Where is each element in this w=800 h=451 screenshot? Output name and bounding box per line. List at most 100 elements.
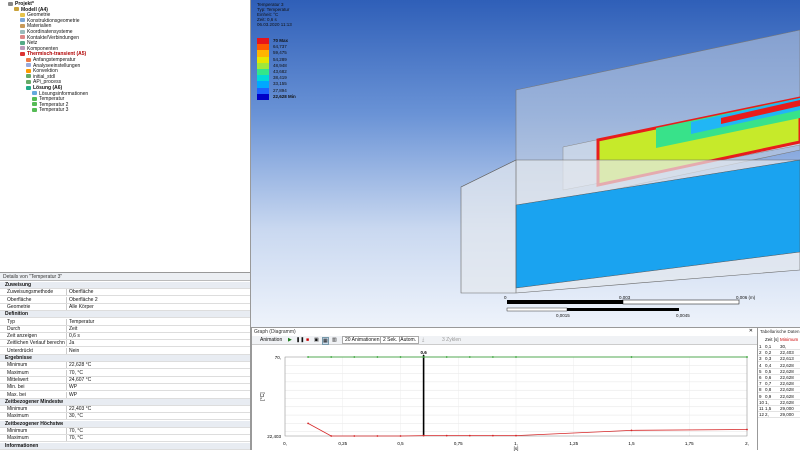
scale-bar-sub-1 xyxy=(506,307,568,312)
details-row[interactable]: Typ Temperatur xyxy=(0,318,250,326)
details-row[interactable]: Durch Zeit xyxy=(0,325,250,333)
details-key: Zeit anzeigen xyxy=(7,333,38,340)
graph-title: Graph (Diagramm) xyxy=(254,329,296,335)
table-cell: 11 xyxy=(759,406,764,411)
table-cell: 3 xyxy=(759,356,762,362)
tree-node-icon xyxy=(32,91,37,96)
details-key: Zeitbezogener Höchstwert xyxy=(5,420,63,427)
details-section[interactable]: Definition xyxy=(0,311,250,319)
details-row[interactable]: Geometrie Alle Körper xyxy=(0,303,250,311)
play-icon[interactable]: ▶ xyxy=(288,337,292,343)
details-key: Maximum xyxy=(7,435,29,442)
table-row[interactable]: 5 0,5 22,628 xyxy=(758,369,800,375)
cycles-label[interactable]: 3 Zyklen xyxy=(442,337,461,343)
scale-label-mid: 0,003 xyxy=(619,295,631,300)
details-value: Temperatur xyxy=(66,318,248,325)
details-value: 70, °C xyxy=(66,435,248,442)
graph-chart[interactable]: 70,22,4030, 0,25 0,5 0,75 1, 1,25 1,5 1,75 2,[°C… xyxy=(252,346,758,451)
details-row[interactable]: Min. bei WP xyxy=(0,384,250,392)
model-3d-view[interactable] xyxy=(251,0,800,327)
table-cell: 22,628 xyxy=(780,399,794,405)
details-row[interactable]: Zeit anzeigen 0,6 s xyxy=(0,333,250,341)
scale-sub-label-1: 0,0015 xyxy=(556,313,570,318)
table-row[interactable]: 8 0,8 22,628 xyxy=(758,387,800,394)
details-key: Informationen xyxy=(5,442,39,449)
tree-node-icon xyxy=(26,80,31,85)
details-row[interactable]: Mittelwert 24,607 °C xyxy=(0,376,250,384)
x-tick-label: 0,5 xyxy=(397,441,404,446)
details-key: Definition xyxy=(5,311,29,318)
table-row[interactable]: 10 1, 22,628 xyxy=(758,400,800,406)
table-cell: 22,628 xyxy=(780,381,794,387)
frames-select[interactable]: 20 Animationen xyxy=(342,336,383,344)
graph-panel: Graph (Diagramm) ✕ Animation ▶ ❚❚ ■ ▣ ▦ … xyxy=(251,327,758,451)
table-cell: 30, xyxy=(780,344,787,349)
table-row[interactable]: 2 0,2 22,403 xyxy=(758,350,800,357)
details-row[interactable]: Zuweisungsmethode Oberfläche xyxy=(0,289,250,297)
export-icon[interactable]: ⤓ xyxy=(422,337,424,343)
table-row[interactable]: 12 2, 29,000 xyxy=(758,412,800,419)
frames-mode-icon[interactable]: ▦ xyxy=(322,337,329,345)
tree-node-icon xyxy=(20,12,25,17)
table-row[interactable]: 4 0,4 22,628 xyxy=(758,363,800,369)
close-icon[interactable]: ✕ xyxy=(749,328,753,334)
outline-tree: Projekt* Modell (A4) Geometrie Konstruktion… xyxy=(0,0,251,272)
details-value: 70, °C xyxy=(66,428,248,434)
data-point xyxy=(399,356,402,358)
tree-node-icon xyxy=(26,85,31,90)
time-marker-label: 0,6 xyxy=(420,350,427,355)
scale-label-0: 0 xyxy=(504,295,507,300)
data-point xyxy=(515,434,517,437)
details-row[interactable]: Maximum 30, °C xyxy=(0,413,250,421)
table-cell: 29,000 xyxy=(780,406,794,411)
table-header-cell[interactable]: Minimum xyxy=(780,337,798,343)
details-row[interactable]: Minimum 70, °C xyxy=(0,428,250,435)
table-row[interactable]: 6 0,6 22,628 xyxy=(758,375,800,381)
scale-sub-label-2: 0,0045 xyxy=(676,313,690,318)
details-section[interactable]: Zeitbezogener Mindestwert xyxy=(0,398,250,406)
details-section[interactable]: Ergebnisse xyxy=(0,355,250,362)
details-section[interactable]: Informationen xyxy=(0,442,250,450)
details-panel: Details von "Temperatur 3" Zuweisung Zuwe… xyxy=(0,272,251,450)
details-row[interactable]: Maximum 70, °C xyxy=(0,435,250,443)
tree-node-icon xyxy=(26,68,31,73)
table-cell: 6 xyxy=(759,375,762,380)
table-header-cell[interactable]: Zeit [s] xyxy=(765,337,779,343)
details-row[interactable]: Oberfläche Oberfläche 2 xyxy=(0,296,250,304)
table-row[interactable]: 9 0,9 22,628 xyxy=(758,394,800,400)
tree-node-icon xyxy=(26,74,31,79)
details-row[interactable]: Minimum 22,628 °C xyxy=(0,362,250,370)
tree-item[interactable]: Temperatur 3 xyxy=(32,107,68,113)
step-icon[interactable]: ▣ xyxy=(314,337,319,343)
pause-icon[interactable]: ❚❚ xyxy=(296,337,304,343)
table-cell: 2, xyxy=(765,412,769,418)
data-point xyxy=(353,435,356,437)
y-tick-label: 70, xyxy=(275,355,281,360)
details-section[interactable]: Zeitbezogener Höchstwert xyxy=(0,420,250,428)
tree-node-icon xyxy=(20,46,25,51)
table-row[interactable]: 3 0,3 22,613 xyxy=(758,356,800,363)
table-title: Tabellarische Daten xyxy=(760,329,800,334)
distributed-mode-icon[interactable]: ▥ xyxy=(332,337,337,343)
table-row[interactable]: 1 0,1 30, xyxy=(758,344,800,350)
table-cell: 12 xyxy=(759,412,765,418)
details-key: Max. bei xyxy=(7,391,26,398)
graphics-viewport[interactable]: Temperatur 3 Typ: Temperatur Einheit: °C Ze… xyxy=(251,0,800,327)
details-value: WP xyxy=(66,384,248,391)
details-row[interactable]: Unterdrückt Nein xyxy=(0,347,250,355)
data-point xyxy=(445,356,448,358)
details-value: Alle Körper xyxy=(66,303,248,310)
details-title: Details von "Temperatur 3" xyxy=(0,273,250,281)
details-row[interactable]: Max. bei WP xyxy=(0,391,250,399)
data-point xyxy=(376,435,379,437)
details-row[interactable]: Zeitlichen Verlauf berechnen Ja xyxy=(0,340,250,348)
details-section[interactable]: Zuweisung xyxy=(0,282,250,289)
speed-select[interactable]: 2 Sek. (Autom. xyxy=(380,336,420,344)
details-row[interactable]: Minimum 22,403 °C xyxy=(0,406,250,414)
details-key: Geometrie xyxy=(7,303,31,310)
table-row[interactable]: 11 1,5 29,000 xyxy=(758,406,800,412)
data-point xyxy=(353,356,356,358)
table-row[interactable]: 7 0,7 22,628 xyxy=(758,381,800,388)
stop-icon[interactable]: ■ xyxy=(306,337,309,343)
details-row[interactable]: Maximum 70, °C xyxy=(0,369,250,377)
